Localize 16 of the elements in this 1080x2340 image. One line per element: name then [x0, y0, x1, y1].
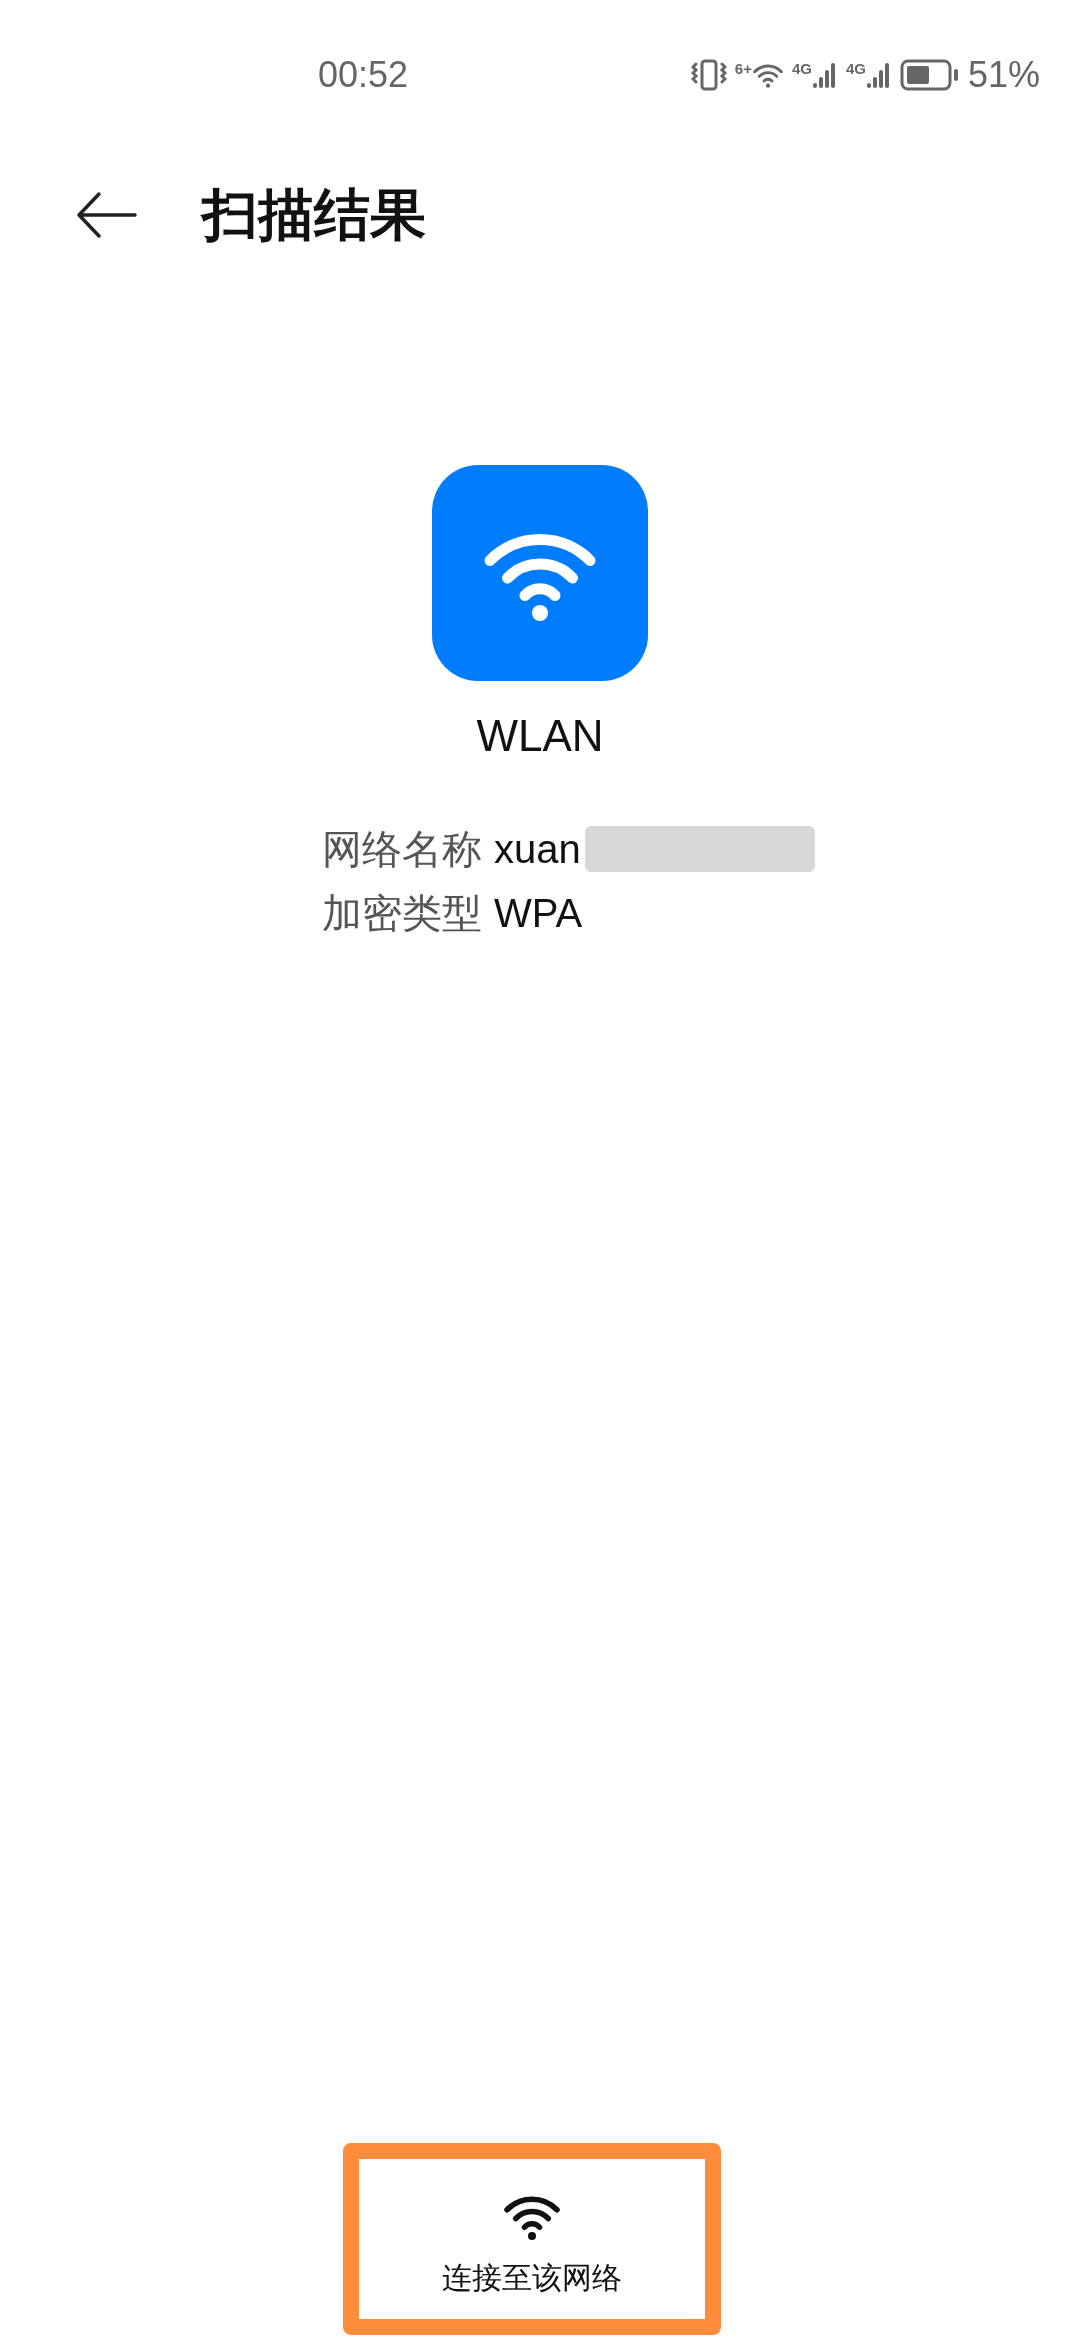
- encryption-value: WPA: [494, 890, 583, 937]
- signal-icon: [865, 61, 892, 89]
- network-type-label: 4G: [845, 61, 866, 76]
- battery-icon: [899, 59, 960, 91]
- battery-percentage: 51%: [967, 53, 1040, 97]
- network-type: WLAN: [476, 710, 604, 762]
- status-time: 00:52: [318, 53, 409, 97]
- network-name-label: 网络名称: [322, 826, 482, 873]
- vibrate-icon: [690, 58, 727, 92]
- wifi-standard-label: 6+: [734, 61, 752, 76]
- encryption-label: 加密类型: [322, 890, 482, 937]
- network-type-label: 4G: [791, 61, 812, 76]
- network-name-value: xuan: [494, 826, 581, 873]
- signal-icon: [811, 61, 838, 89]
- page-title: 扫描结果: [202, 182, 426, 248]
- back-arrow-icon: [75, 190, 139, 240]
